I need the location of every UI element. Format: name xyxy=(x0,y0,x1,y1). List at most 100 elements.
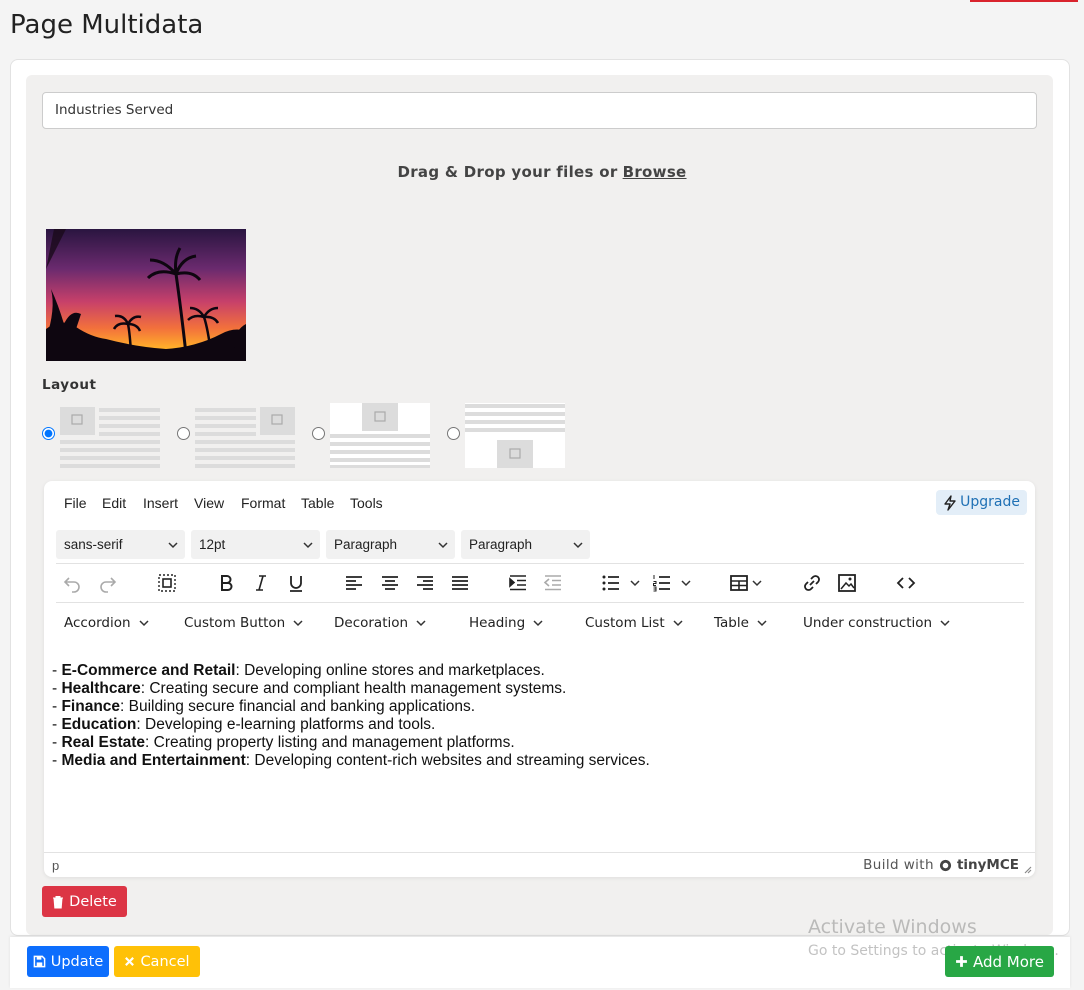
menu-insert[interactable]: Insert xyxy=(143,495,178,511)
align-right-button[interactable] xyxy=(413,571,437,595)
editor-content-area[interactable]: - E-Commerce and Retail: Developing onli… xyxy=(52,662,650,770)
build-with-label: Build with xyxy=(863,857,934,873)
add-more-button[interactable]: Add More xyxy=(945,946,1054,977)
image-button[interactable] xyxy=(835,571,859,595)
browse-link[interactable]: Browse xyxy=(623,163,687,181)
element-path[interactable]: p xyxy=(52,858,59,873)
content-line: - Media and Entertainment: Developing co… xyxy=(52,752,650,769)
chevron-down-icon xyxy=(293,620,303,627)
top-accent-bar xyxy=(970,0,1078,2)
page-title: Page Multidata xyxy=(10,10,204,40)
outdent-icon xyxy=(543,575,561,591)
numbered-list-button[interactable] xyxy=(650,571,694,595)
align-left-button[interactable] xyxy=(342,571,366,595)
tinymce-branding[interactable]: Build with tinyMCE xyxy=(863,857,1019,873)
layout-image-top-icon xyxy=(330,403,430,468)
layout-radio-image-bottom[interactable] xyxy=(447,427,460,440)
content-line: - Healthcare: Creating secure and compli… xyxy=(52,680,567,697)
delete-button[interactable]: Delete xyxy=(42,886,127,917)
menu-tools[interactable]: Tools xyxy=(350,495,383,511)
font-family-select[interactable]: sans-serif xyxy=(56,530,185,559)
layout-radio-image-right[interactable] xyxy=(177,427,190,440)
block-format-value: Paragraph xyxy=(334,537,398,552)
italic-icon xyxy=(256,575,266,591)
layout-radio-image-left[interactable] xyxy=(42,427,55,440)
content-line-bold: Healthcare xyxy=(61,680,141,697)
table-button[interactable] xyxy=(726,571,766,595)
layout-radio-image-top[interactable] xyxy=(312,427,325,440)
content-line: - Real Estate: Creating property listing… xyxy=(52,734,515,751)
outdent-button[interactable] xyxy=(541,571,565,595)
plus-icon xyxy=(956,956,967,967)
upgrade-label: Upgrade xyxy=(960,494,1020,510)
accordion-dropdown[interactable]: Accordion xyxy=(64,615,150,631)
redo-icon xyxy=(100,577,117,593)
layout-label: Layout xyxy=(42,377,97,393)
update-button[interactable]: Update xyxy=(27,946,109,977)
chevron-down-icon xyxy=(416,620,426,627)
table-dropdown[interactable]: Table xyxy=(714,615,768,631)
indent-icon xyxy=(509,575,526,591)
menu-view[interactable]: View xyxy=(194,495,224,511)
resize-handle-icon[interactable] xyxy=(1022,864,1032,874)
decoration-dropdown[interactable]: Decoration xyxy=(334,615,427,631)
content-line-text: : Developing online stores and marketpla… xyxy=(235,662,545,679)
align-right-icon xyxy=(417,576,433,590)
content-line-bold: Media and Entertainment xyxy=(61,752,246,769)
bullet-list-button[interactable] xyxy=(599,571,643,595)
heading-dropdown[interactable]: Heading xyxy=(469,615,544,631)
toolbar-divider xyxy=(56,602,1024,603)
custom-button-dropdown[interactable]: Custom Button xyxy=(184,615,304,631)
font-size-select[interactable]: 12pt xyxy=(191,530,320,559)
editor-menubar: File Edit Insert View Format Table Tools… xyxy=(44,481,1035,525)
paragraph-style-select[interactable]: Paragraph xyxy=(461,530,590,559)
upgrade-button[interactable]: Upgrade xyxy=(936,490,1027,515)
section-title-input[interactable]: Industries Served xyxy=(42,92,1037,129)
link-button[interactable] xyxy=(800,571,824,595)
dropdown-label: Custom List xyxy=(585,615,665,631)
align-justify-button[interactable] xyxy=(448,571,472,595)
uploaded-image-thumbnail[interactable] xyxy=(46,229,246,361)
bold-button[interactable] xyxy=(214,571,238,595)
trash-icon xyxy=(53,895,64,908)
underline-button[interactable] xyxy=(284,571,308,595)
chevron-down-icon xyxy=(630,580,640,587)
chevron-down-icon xyxy=(573,542,583,549)
table-icon xyxy=(730,575,748,591)
select-all-icon xyxy=(158,574,176,592)
menu-format[interactable]: Format xyxy=(241,495,285,511)
cancel-button[interactable]: Cancel xyxy=(114,946,200,977)
chevron-down-icon xyxy=(533,620,543,627)
code-icon xyxy=(896,577,916,589)
delete-label: Delete xyxy=(69,893,117,910)
chevron-down-icon xyxy=(303,542,313,549)
close-icon xyxy=(125,957,135,966)
image-icon xyxy=(838,574,856,592)
file-dropzone[interactable]: Drag & Drop your files or Browse xyxy=(42,163,1042,181)
content-line: - Finance: Building secure financial and… xyxy=(52,698,476,715)
under-construction-dropdown[interactable]: Under construction xyxy=(803,615,951,631)
rich-text-editor: File Edit Insert View Format Table Tools… xyxy=(44,481,1035,877)
align-center-button[interactable] xyxy=(378,571,402,595)
chevron-down-icon xyxy=(681,580,691,587)
indent-button[interactable] xyxy=(506,571,530,595)
custom-list-dropdown[interactable]: Custom List xyxy=(585,615,684,631)
content-line-bold: Education xyxy=(61,716,137,733)
menu-file[interactable]: File xyxy=(64,495,87,511)
italic-button[interactable] xyxy=(249,571,273,595)
layout-image-right-icon xyxy=(195,407,295,468)
chevron-down-icon xyxy=(438,542,448,549)
dropdown-label: Custom Button xyxy=(184,615,286,631)
undo-button[interactable] xyxy=(60,571,84,595)
paragraph-style-value: Paragraph xyxy=(469,537,533,552)
align-justify-icon xyxy=(452,576,468,590)
menu-edit[interactable]: Edit xyxy=(102,495,126,511)
undo-icon xyxy=(63,577,80,593)
redo-button[interactable] xyxy=(96,571,120,595)
source-code-button[interactable] xyxy=(894,571,918,595)
menu-table[interactable]: Table xyxy=(301,495,334,511)
select-all-button[interactable] xyxy=(155,571,179,595)
tinymce-logo-icon xyxy=(939,859,952,871)
watermark-line-1: Activate Windows xyxy=(808,916,977,938)
block-format-select[interactable]: Paragraph xyxy=(326,530,455,559)
